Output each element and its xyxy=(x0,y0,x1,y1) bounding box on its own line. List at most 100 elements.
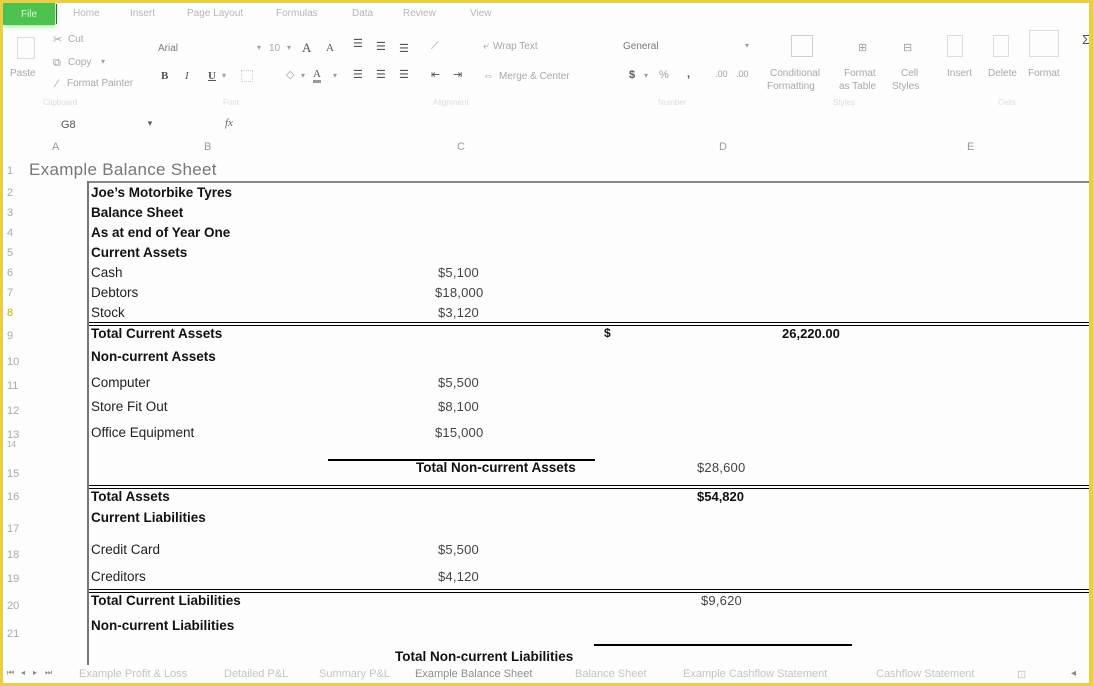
asset-value-cell[interactable]: $5,100 xyxy=(438,265,479,280)
row-header-3[interactable]: 3 xyxy=(7,207,23,219)
sheet-tab[interactable]: Summary P&L xyxy=(319,668,390,680)
copy-dropdown-icon[interactable]: ▾ xyxy=(101,58,105,66)
row-header-5[interactable]: 5 xyxy=(7,247,23,259)
asset-label-cell[interactable]: Office Equipment xyxy=(91,425,194,440)
asset-value-cell[interactable]: $15,000 xyxy=(435,425,483,440)
tab-insert[interactable]: Insert xyxy=(130,8,155,19)
sheet-tab[interactable]: Example Profit & Loss xyxy=(79,668,187,680)
column-header-d[interactable]: D xyxy=(719,141,727,153)
merge-center-button[interactable]: Merge & Center xyxy=(499,71,570,82)
column-header-a[interactable]: A xyxy=(52,141,59,153)
last-sheet-icon[interactable]: ⏭ xyxy=(45,668,52,678)
row-header-2[interactable]: 2 xyxy=(7,187,23,199)
shrink-font-button[interactable]: A xyxy=(326,43,334,54)
liability-label-cell[interactable]: Creditors xyxy=(91,569,146,584)
borders-button[interactable] xyxy=(241,70,253,82)
wrap-text-button[interactable]: Wrap Text xyxy=(493,41,538,52)
align-right-button[interactable]: ☰ xyxy=(399,70,409,81)
copy-button[interactable]: Copy xyxy=(68,57,91,68)
name-box[interactable]: G8 xyxy=(61,119,76,131)
underline-dropdown-icon[interactable]: ▾ xyxy=(222,72,226,80)
liability-label-cell[interactable]: Credit Card xyxy=(91,542,160,557)
tab-review[interactable]: Review xyxy=(403,8,436,19)
asset-value-cell[interactable]: $3,120 xyxy=(438,305,479,320)
row-header-15[interactable]: 15 xyxy=(7,468,23,480)
sheet-tab[interactable]: Cashflow Statement xyxy=(876,668,974,680)
font-color-dropdown-icon[interactable]: ▾ xyxy=(333,72,337,80)
non-current-liabilities-heading[interactable]: Non-current Liabilities xyxy=(91,618,234,633)
total-non-current-assets-label[interactable]: Total Non-current Assets xyxy=(416,460,576,475)
sheet-tab[interactable]: Balance Sheet xyxy=(575,668,647,680)
decrease-indent-button[interactable]: ⇤ xyxy=(431,70,440,81)
asset-label-cell[interactable]: Stock xyxy=(91,305,125,320)
tab-home[interactable]: Home xyxy=(73,8,100,19)
liability-value-cell[interactable]: $4,120 xyxy=(438,569,479,584)
fx-icon[interactable]: fx xyxy=(225,117,233,129)
row-header-21[interactable]: 21 xyxy=(7,628,23,640)
row-header-7[interactable]: 7 xyxy=(7,287,23,299)
tab-formulas[interactable]: Formulas xyxy=(276,8,318,19)
align-bottom-button[interactable]: ☰ xyxy=(399,44,409,55)
tab-page-layout[interactable]: Page Layout xyxy=(187,8,243,19)
total-current-liabilities-label[interactable]: Total Current Liabilities xyxy=(91,593,241,608)
sheet-tab[interactable]: Detailed P&L xyxy=(224,668,288,680)
asset-value-cell[interactable]: $8,100 xyxy=(438,399,479,414)
total-non-current-liabilities-label[interactable]: Total Non-current Liabilities xyxy=(395,649,573,664)
align-top-button[interactable]: ☰ xyxy=(353,39,363,50)
asset-label-cell[interactable]: Cash xyxy=(91,265,123,280)
format-painter-button[interactable]: Format Painter xyxy=(67,78,133,89)
number-format-select[interactable]: General xyxy=(623,41,659,52)
tab-file[interactable]: File xyxy=(3,3,55,25)
align-center-button[interactable]: ☰ xyxy=(376,70,386,81)
align-middle-button[interactable]: ☰ xyxy=(376,42,386,53)
row-header-1[interactable]: 1 xyxy=(7,165,23,177)
row-header-6[interactable]: 6 xyxy=(7,267,23,279)
fill-color-button[interactable]: ◇ xyxy=(286,70,294,81)
column-header-b[interactable]: B xyxy=(204,141,211,153)
increase-decimal-button[interactable]: .00 xyxy=(715,70,728,79)
decrease-decimal-button[interactable]: .00 xyxy=(736,70,749,79)
period-cell[interactable]: As at end of Year One xyxy=(91,225,230,240)
non-current-assets-heading[interactable]: Non-current Assets xyxy=(91,349,216,364)
row-header-4[interactable]: 4 xyxy=(7,227,23,239)
font-family-select[interactable]: Arial xyxy=(158,43,178,54)
font-color-button[interactable]: A xyxy=(313,69,321,83)
fill-color-dropdown-icon[interactable]: ▾ xyxy=(301,72,305,80)
next-sheet-icon[interactable]: ▸ xyxy=(33,668,37,677)
current-assets-heading[interactable]: Current Assets xyxy=(91,245,187,260)
bold-button[interactable]: B xyxy=(161,71,168,82)
comma-style-button[interactable]: , xyxy=(687,69,690,80)
row-header-20[interactable]: 20 xyxy=(7,600,23,612)
cut-button[interactable]: Cut xyxy=(68,34,84,45)
first-sheet-icon[interactable]: ⏮ xyxy=(7,668,14,678)
autosum-button[interactable]: Σ xyxy=(1082,33,1089,46)
percent-button[interactable]: % xyxy=(659,70,669,81)
column-header-c[interactable]: C xyxy=(457,141,465,153)
row-header-11[interactable]: 11 xyxy=(7,380,23,392)
font-family-dropdown-icon[interactable]: ▾ xyxy=(257,44,261,52)
sheet-tab-active[interactable]: Example Balance Sheet xyxy=(415,668,532,680)
total-current-liabilities-value[interactable]: $9,620 xyxy=(701,593,742,608)
name-box-dropdown-icon[interactable]: ▼ xyxy=(146,119,154,128)
row-header-16[interactable]: 16 xyxy=(7,491,23,503)
asset-label-cell[interactable]: Computer xyxy=(91,375,150,390)
asset-label-cell[interactable]: Store Fit Out xyxy=(91,399,168,414)
current-liabilities-heading[interactable]: Current Liabilities xyxy=(91,510,206,525)
row-header-19[interactable]: 19 xyxy=(7,573,23,585)
total-assets-label[interactable]: Total Assets xyxy=(91,489,170,504)
row-header-10[interactable]: 10 xyxy=(7,356,23,368)
total-current-assets-label[interactable]: Total Current Assets xyxy=(91,326,222,341)
sheet-title[interactable]: Example Balance Sheet xyxy=(29,160,217,180)
grow-font-button[interactable]: A xyxy=(302,41,311,54)
tab-view[interactable]: View xyxy=(470,8,492,19)
number-format-dropdown-icon[interactable]: ▾ xyxy=(745,42,749,50)
orientation-button[interactable]: ⟋ xyxy=(431,41,439,52)
row-header-9[interactable]: 9 xyxy=(7,330,23,342)
total-current-assets-value[interactable]: 26,220.00 xyxy=(782,326,840,341)
underline-button[interactable]: U xyxy=(208,71,216,82)
doc-title-cell[interactable]: Balance Sheet xyxy=(91,205,183,220)
asset-label-cell[interactable]: Debtors xyxy=(91,285,138,300)
asset-value-cell[interactable]: $18,000 xyxy=(435,285,483,300)
font-size-select[interactable]: 10 xyxy=(269,43,280,54)
new-sheet-icon[interactable]: ⊡ xyxy=(1017,668,1026,681)
